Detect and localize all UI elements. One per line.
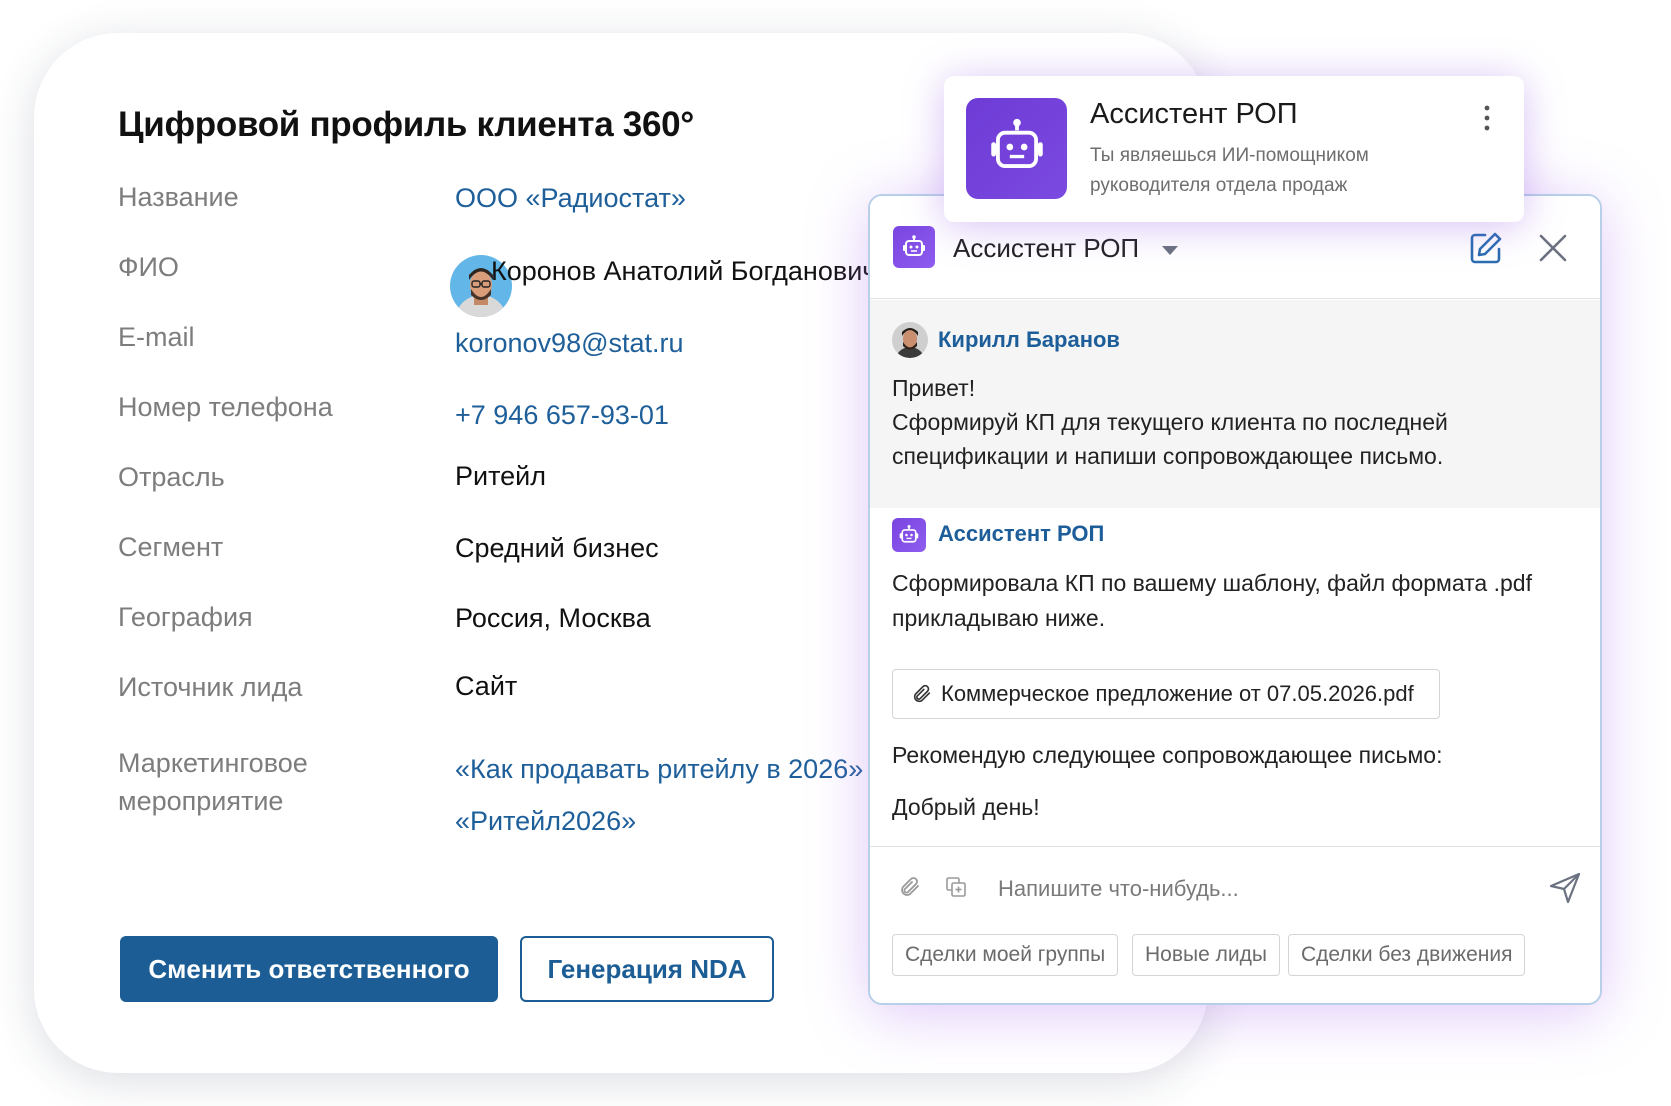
kebab-menu-icon[interactable] [1482,104,1492,132]
robot-icon [892,518,926,552]
message-input[interactable] [998,871,1518,907]
paperclip-icon[interactable] [898,875,922,899]
bot-message-line: Рекомендую следующее сопровождающее пись… [892,742,1443,768]
phone-link[interactable]: +7 946 657-93-01 [455,395,669,435]
assistant-name: Ассистент РОП [1090,98,1298,130]
chevron-down-icon[interactable] [1162,246,1178,255]
bot-message-line: Сформировала КП по вашему шаблону, файл … [892,570,1532,596]
attachment-filename: Коммерческое предложение от 07.05.2026.p… [941,681,1414,706]
change-owner-button[interactable]: Сменить ответственного [120,936,498,1002]
email-link[interactable]: koronov98@stat.ru [455,323,684,363]
marketing-event-link-1[interactable]: «Как продавать ритейлу в 2026» [455,749,863,789]
lead-source-value: Сайт [455,671,518,701]
user-message-line: спецификации и напиши сопровождающее пис… [892,443,1444,469]
industry-value: Ритейл [455,461,547,491]
chat-composer: Сделки моей группы Новые лиды Сделки без… [870,846,1600,1003]
segment-value: Средний бизнес [455,533,659,563]
stage: Цифровой профиль клиента 360° Название О… [0,0,1671,1106]
user-message-line: Сформируй КП для текущего клиента по пос… [892,409,1448,435]
attachment-chip[interactable]: Коммерческое предложение от 07.05.2026.p… [892,669,1440,719]
user-avatar [892,322,928,358]
bot-message-line: прикладываю ниже. [892,605,1106,631]
field-label-marketing-2: мероприятие [118,786,284,816]
robot-icon [966,98,1067,199]
edit-icon[interactable] [1468,230,1504,266]
send-icon[interactable] [1548,871,1582,905]
geo-value: Россия, Москва [455,603,651,633]
contact-full-name: Коронов Анатолий Богданович [491,256,877,286]
robot-icon [893,226,935,268]
user-message-line: Привет! [892,375,976,401]
add-file-icon[interactable] [944,875,968,899]
assistant-chat-panel: Ассистент РОП Кирилл Баранов Привет! Сфо… [868,194,1602,1005]
field-label-name: Название [118,182,239,212]
field-label-segment: Сегмент [118,532,224,562]
field-label-marketing-1: Маркетинговое [118,748,308,778]
field-label-email: E-mail [118,322,195,352]
field-label-phone: Номер телефона [118,392,333,422]
bot-message-author: Ассистент РОП [938,521,1105,546]
close-icon[interactable] [1538,233,1568,263]
paperclip-icon [913,684,931,703]
user-message: Кирилл Баранов Привет! Сформируй КП для … [870,300,1600,508]
user-message-author[interactable]: Кирилл Баранов [938,327,1120,353]
field-label-industry: Отрасль [118,462,225,492]
chat-assistant-selector[interactable]: Ассистент РОП [953,233,1139,264]
field-label-lead-source: Источник лида [118,672,303,702]
bot-message-line: Добрый день! [892,794,1040,820]
marketing-event-link-2[interactable]: «Ритейл2026» [455,801,636,841]
field-label-geo: География [118,602,253,632]
quick-reply-new-leads[interactable]: Новые лиды [1132,934,1280,976]
quick-reply-stalled-deals[interactable]: Сделки без движения [1288,934,1526,976]
assistant-description: Ты являешься ИИ-помощником руководителя … [1090,145,1369,196]
assistant-info-card: Ассистент РОП Ты являешься ИИ-помощником… [944,76,1524,222]
quick-reply-my-group-deals[interactable]: Сделки моей группы [892,934,1119,976]
company-name-link[interactable]: ООО «Радиостат» [455,178,686,218]
page-title: Цифровой профиль клиента 360° [118,105,694,144]
generate-nda-button[interactable]: Генерация NDA [520,936,774,1002]
field-label-fio: ФИО [118,252,179,282]
